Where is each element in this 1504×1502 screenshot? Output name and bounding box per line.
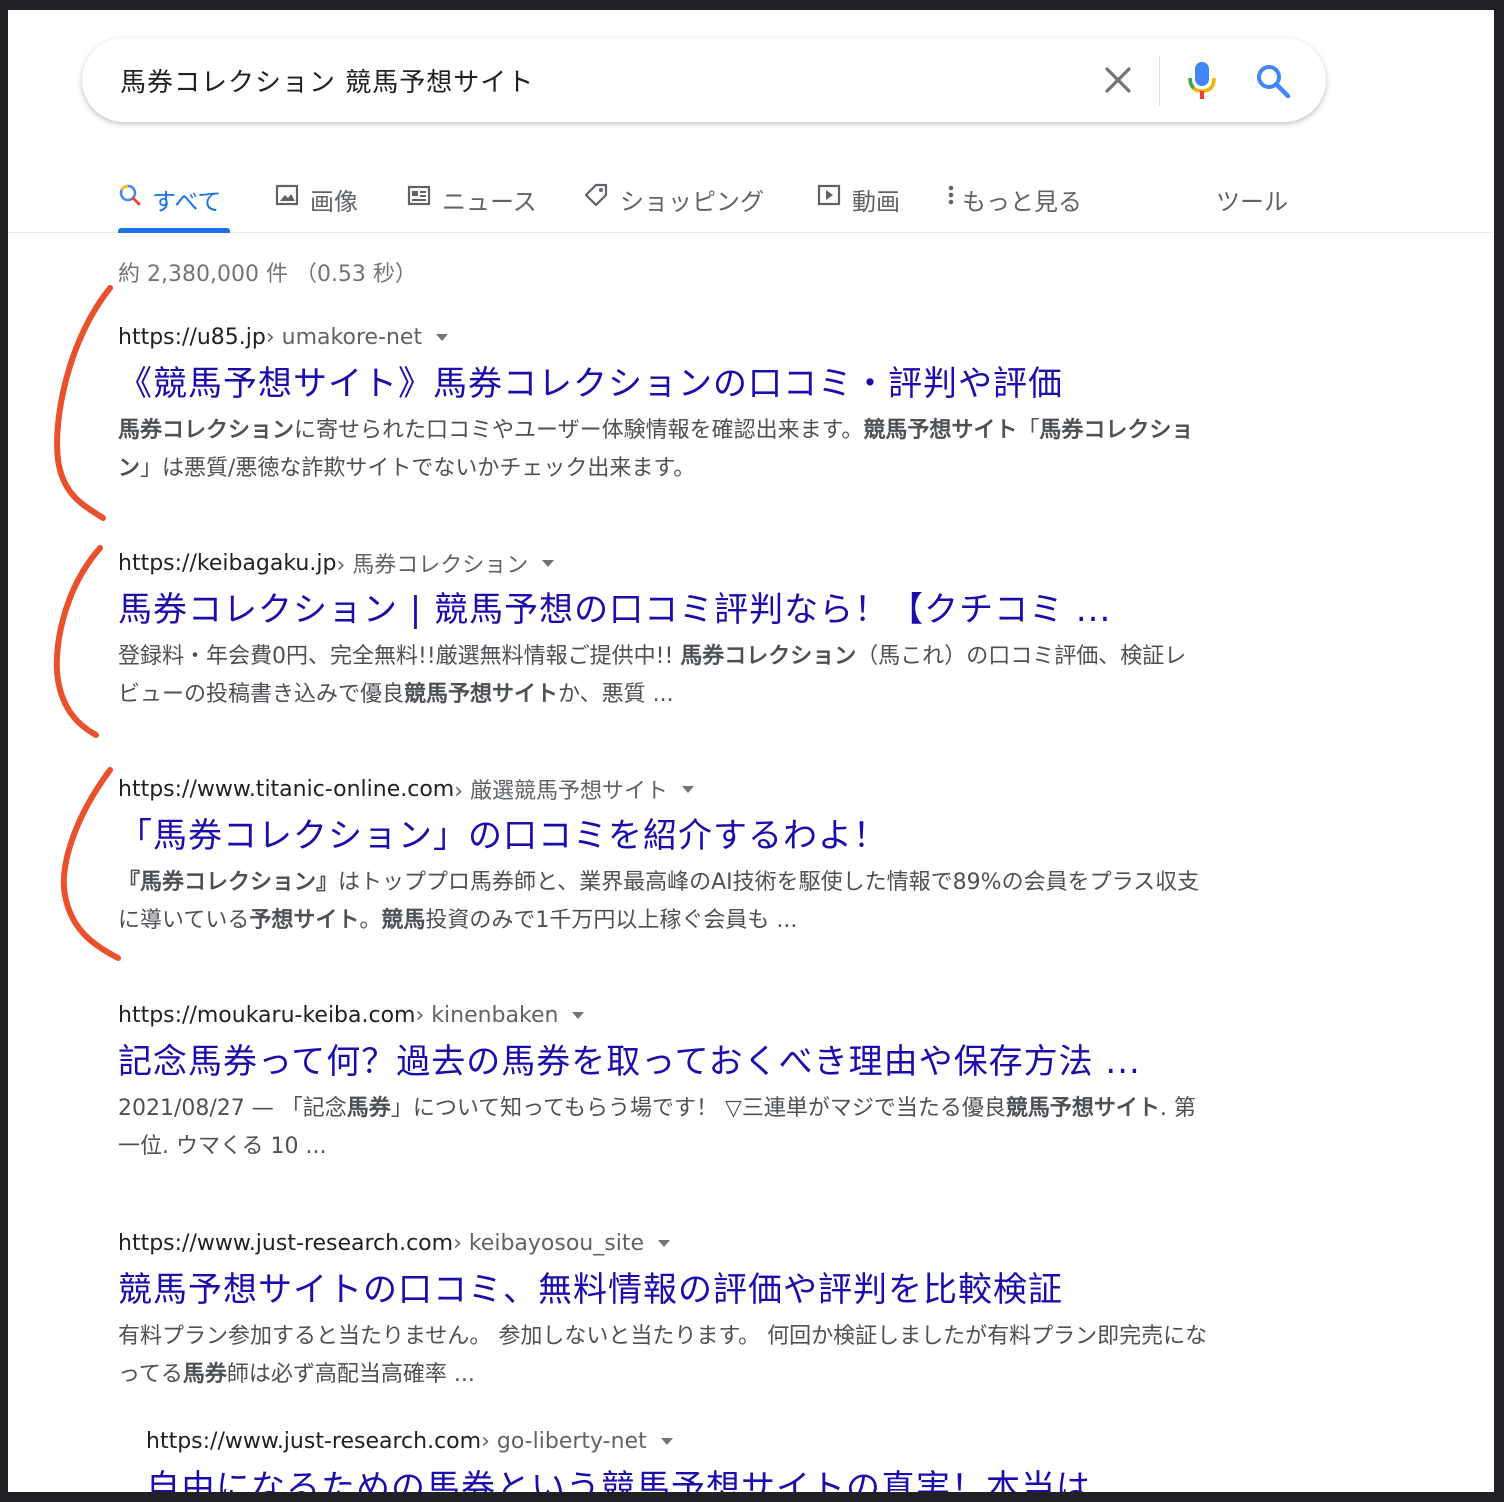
image-icon: [274, 182, 300, 214]
tab-label: すべて: [152, 188, 222, 216]
snippet-highlight: 競馬予想サイト: [1005, 1096, 1160, 1121]
clear-search-icon[interactable]: [1098, 60, 1138, 100]
result-site: https://www.just-research.com: [118, 1230, 454, 1256]
play-icon: [816, 182, 842, 214]
result-snippet: 『馬券コレクション』はトッププロ馬券師と、業界最高峰のAI技術を駆使した情報で8…: [118, 864, 1208, 940]
result-snippet: 登録料・年会費0円、完全無料!!厳選無料情報ご提供中!! 馬券コレクション（馬こ…: [118, 638, 1208, 714]
search-result: https://www.just-research.com › go-liber…: [146, 1426, 1246, 1493]
result-title-link[interactable]: 競馬予想サイトの口コミ、無料情報の評価や評判を比較検証: [118, 1268, 1218, 1312]
tab-images[interactable]: 画像: [274, 182, 358, 232]
result-site: https://www.titanic-online.com: [118, 776, 455, 802]
result-url[interactable]: https://moukaru-keiba.com › kinenbaken: [118, 1000, 1218, 1030]
chevron-down-icon[interactable]: [572, 1011, 585, 1019]
search-input[interactable]: 馬券コレクション 競馬予想サイト: [120, 62, 534, 99]
result-snippet: 有料プラン参加すると当たりません。 参加しないと当たります。 何回か検証しました…: [118, 1318, 1208, 1394]
result-path: › 厳選競馬予想サイト: [454, 779, 669, 804]
snippet-highlight: 『馬券コレクション』: [118, 870, 339, 895]
chevron-down-icon[interactable]: [436, 333, 449, 341]
tab-label: ショッピング: [620, 188, 764, 216]
result-title-link[interactable]: 《競馬予想サイト》馬券コレクションの口コミ・評判や評価: [118, 362, 1218, 406]
tab-label: 動画: [852, 188, 900, 216]
tab-tools[interactable]: ツール: [1216, 182, 1288, 232]
tab-label: ツール: [1216, 188, 1288, 216]
result-title-link[interactable]: 「馬券コレクション」の口コミを紹介するわよ！: [118, 814, 1218, 858]
tab-videos[interactable]: 動画: [816, 182, 900, 232]
snippet-text: か、悪質 ...: [558, 682, 674, 707]
snippet-text: 」は悪質/悪徳な詐欺サイトでないかチェック出来ます。: [140, 456, 696, 481]
result-snippet: 2021/08/27 — 「記念馬券」について知ってもらう場です！ ▽三連単がマ…: [118, 1090, 1208, 1166]
result-path: › umakore-net: [265, 324, 423, 350]
result-path: › keibayosou_site: [453, 1230, 644, 1256]
result-snippet: 馬券コレクションに寄せられた口コミやユーザー体験情報を確認出来ます。競馬予想サイ…: [118, 412, 1208, 488]
result-site: https://moukaru-keiba.com: [118, 1002, 416, 1028]
result-title-link[interactable]: 記念馬券って何？過去の馬券を取っておくべき理由や保存方法 ...: [118, 1040, 1218, 1084]
search-icon[interactable]: [1252, 60, 1294, 102]
snippet-highlight: 競馬予想サイト: [863, 418, 1018, 443]
result-url[interactable]: https://www.titanic-online.com › 厳選競馬予想サ…: [118, 774, 1218, 804]
result-path: › go-liberty-net: [481, 1428, 647, 1454]
result-stats: 約 2,380,000 件 （0.53 秒）: [118, 262, 417, 287]
tab-label: ニュース: [442, 188, 537, 216]
active-tab-indicator: [118, 228, 230, 233]
snippet-highlight: 予想サイト: [249, 908, 360, 933]
snippet-text: 師は必ず高配当高確率 ...: [226, 1362, 475, 1387]
result-site: https://www.just-research.com: [146, 1428, 482, 1454]
tab-all[interactable]: すべて: [118, 182, 221, 232]
result-url[interactable]: https://www.just-research.com › go-liber…: [146, 1426, 1246, 1456]
search-icon: [118, 182, 142, 214]
result-site: https://keibagaku.jp: [118, 550, 337, 576]
result-site: https://u85.jp: [118, 324, 266, 350]
more-vertical-icon: [946, 182, 956, 214]
result-url[interactable]: https://www.just-research.com › keibayos…: [118, 1228, 1218, 1258]
snippet-highlight: 競馬: [381, 908, 426, 933]
chevron-down-icon[interactable]: [660, 1437, 673, 1445]
tab-more[interactable]: もっと見る: [946, 182, 1082, 232]
snippet-highlight: 馬券コレクション: [680, 644, 857, 669]
snippet-text: 2021/08/27 — 「記念: [118, 1096, 347, 1121]
snippet-text: 。: [359, 908, 382, 933]
chevron-down-icon[interactable]: [657, 1239, 670, 1247]
news-icon: [406, 182, 432, 214]
snippet-highlight: 馬券コレクション: [118, 418, 295, 443]
chevron-down-icon[interactable]: [682, 785, 695, 793]
search-result: https://keibagaku.jp › 馬券コレクション 馬券コレクション…: [118, 548, 1218, 714]
search-divider: [1159, 56, 1160, 106]
result-title-link[interactable]: 馬券コレクション | 競馬予想の口コミ評判なら！【クチコミ ...: [118, 588, 1218, 632]
snippet-text: に寄せられた口コミやユーザー体験情報を確認出来ます。: [294, 418, 864, 443]
tab-shopping[interactable]: ショッピング: [582, 182, 764, 232]
tab-label: 画像: [310, 188, 358, 216]
result-url[interactable]: https://keibagaku.jp › 馬券コレクション: [118, 548, 1218, 578]
snippet-text: 「: [1017, 418, 1040, 443]
search-result: https://u85.jp › umakore-net 《競馬予想サイト》馬券…: [118, 322, 1218, 488]
search-result: https://moukaru-keiba.com › kinenbaken 記…: [118, 1000, 1218, 1166]
snippet-text: 」について知ってもらう場です！ ▽三連単がマジで当たる優良: [390, 1096, 1006, 1121]
tab-label: もっと見る: [962, 188, 1082, 216]
annotation-brackets: [53, 285, 121, 961]
result-path: › 馬券コレクション: [336, 553, 529, 578]
snippet-highlight: 馬券: [182, 1362, 227, 1387]
search-box[interactable]: 馬券コレクション 競馬予想サイト: [82, 38, 1326, 122]
search-result: https://www.titanic-online.com › 厳選競馬予想サ…: [118, 774, 1218, 940]
search-tabs: すべて 画像 ニュース ショッピング 動画 もっと見る ツール: [8, 170, 1494, 233]
browser-page: 馬券コレクション 競馬予想サイト すべて 画像 ニュース ショッピング 動画 も…: [0, 0, 1504, 1502]
snippet-text: 投資のみで1千万円以上稼ぐ会員も ...: [425, 908, 798, 933]
snippet-text: 登録料・年会費0円、完全無料!!厳選無料情報ご提供中!!: [118, 644, 681, 669]
result-title-link[interactable]: 自由になるための馬券という競馬予想サイトの真実！本当は ...: [146, 1466, 1246, 1492]
result-url[interactable]: https://u85.jp › umakore-net: [118, 322, 1218, 352]
microphone-icon[interactable]: [1182, 58, 1222, 102]
snippet-highlight: 馬券: [346, 1096, 391, 1121]
snippet-highlight: 競馬予想サイト: [404, 682, 559, 707]
chevron-down-icon[interactable]: [542, 559, 555, 567]
result-path: › kinenbaken: [415, 1002, 559, 1028]
tab-news[interactable]: ニュース: [406, 182, 537, 232]
search-result: https://www.just-research.com › keibayos…: [118, 1228, 1218, 1394]
tag-icon: [582, 182, 610, 214]
